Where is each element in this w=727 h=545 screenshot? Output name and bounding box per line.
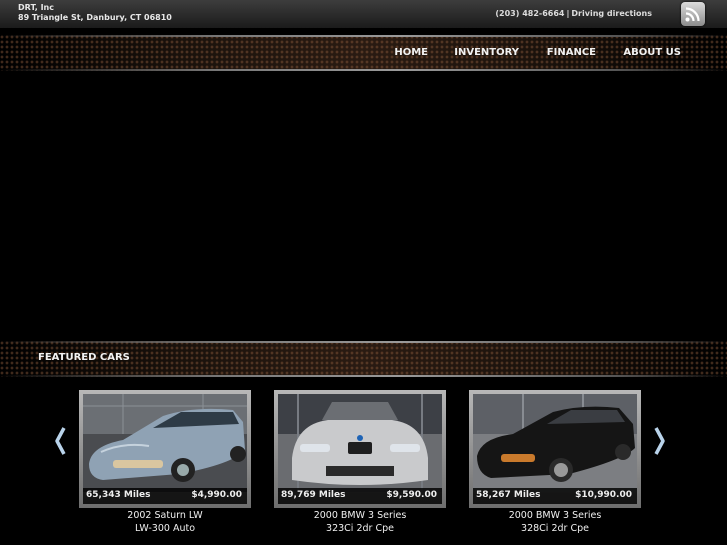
chevron-left-icon[interactable] xyxy=(54,426,66,460)
car-title-link[interactable]: 2000 BMW 3 Series 328Ci 2dr Cpe xyxy=(469,509,641,535)
featured-title: FEATURED CARS xyxy=(38,352,130,363)
car-miles: 58,267 Miles xyxy=(476,490,541,500)
car-title-line2: 328Ci 2dr Cpe xyxy=(521,523,589,534)
nav-about-us[interactable]: ABOUT US xyxy=(623,47,681,58)
contact-info: (203) 482-6664 | Driving directions xyxy=(495,9,652,18)
hero-area xyxy=(0,73,727,339)
car-stats: 89,769 Miles $9,590.00 xyxy=(278,488,442,504)
car-photo[interactable] xyxy=(83,394,247,492)
car-price: $4,990.00 xyxy=(191,490,242,500)
featured-car-card[interactable]: 89,769 Miles $9,590.00 xyxy=(274,390,446,508)
car-miles: 89,769 Miles xyxy=(281,490,346,500)
car-photo[interactable] xyxy=(473,394,637,492)
featured-car-card[interactable]: 58,267 Miles $10,990.00 xyxy=(469,390,641,508)
chevron-right-icon[interactable] xyxy=(654,426,666,460)
rss-feed-icon[interactable] xyxy=(681,2,705,26)
featured-car-card[interactable]: 65,343 Miles $4,990.00 xyxy=(79,390,251,508)
car-price: $10,990.00 xyxy=(575,490,632,500)
car-title-line1: 2000 BMW 3 Series xyxy=(313,510,407,521)
car-stats: 65,343 Miles $4,990.00 xyxy=(83,488,247,504)
nav-inventory[interactable]: INVENTORY xyxy=(454,47,519,58)
nav-finance[interactable]: FINANCE xyxy=(547,47,596,58)
dealer-name: DRT, Inc xyxy=(18,3,54,12)
phone-number: (203) 482-6664 xyxy=(495,9,565,18)
car-price: $9,590.00 xyxy=(386,490,437,500)
car-title-line2: 323Ci 2dr Cpe xyxy=(326,523,394,534)
car-title-link[interactable]: 2000 BMW 3 Series 323Ci 2dr Cpe xyxy=(274,509,446,535)
car-title-link[interactable]: 2002 Saturn LW LW-300 Auto xyxy=(79,509,251,535)
car-stats: 58,267 Miles $10,990.00 xyxy=(473,488,637,504)
featured-header: FEATURED CARS xyxy=(0,341,727,377)
contact-separator: | xyxy=(566,9,570,18)
dealer-info: DRT, Inc 89 Triangle St, Danbury, CT 068… xyxy=(18,3,172,23)
driving-directions-link[interactable]: Driving directions xyxy=(571,9,652,18)
car-title-line2: LW-300 Auto xyxy=(134,523,196,534)
car-photo[interactable] xyxy=(278,394,442,492)
car-title-line1: 2002 Saturn LW xyxy=(127,510,203,521)
nav-home[interactable]: HOME xyxy=(394,47,428,58)
car-title-line1: 2000 BMW 3 Series xyxy=(508,510,602,521)
main-nav: HOME INVENTORY FINANCE ABOUT US xyxy=(0,35,727,71)
car-miles: 65,343 Miles xyxy=(86,490,151,500)
dealer-address: 89 Triangle St, Danbury, CT 06810 xyxy=(18,13,172,22)
top-bar: DRT, Inc 89 Triangle St, Danbury, CT 068… xyxy=(0,0,727,28)
